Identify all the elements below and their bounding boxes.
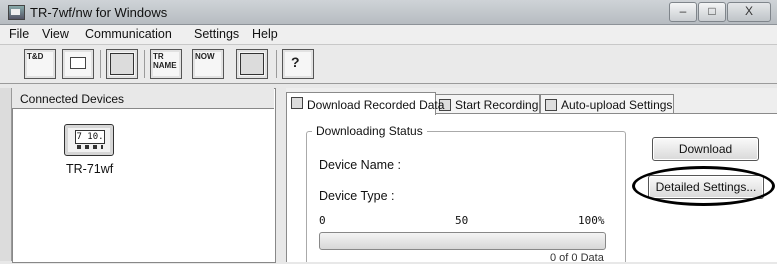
app-icon (8, 5, 25, 20)
tr-name-button[interactable]: TR NAME (150, 49, 182, 79)
device-name-label: Device Name : (319, 158, 401, 172)
minimize-icon: – (679, 4, 687, 18)
connected-devices-header: Connected Devices (12, 88, 274, 109)
progress-status-text: 0 of 0 Data (550, 252, 604, 264)
left-scroll-strip (0, 88, 12, 261)
grid-icon (110, 53, 134, 75)
window-controls: – □ X (669, 2, 771, 22)
maximize-button[interactable]: □ (698, 2, 726, 22)
menu-help[interactable]: Help (252, 27, 278, 41)
close-button[interactable]: X (727, 2, 771, 22)
logger-device-icon[interactable]: 7 10. (64, 124, 114, 156)
device-label[interactable]: TR-71wf (66, 162, 113, 176)
window-title: TR-7wf/nw for Windows (30, 5, 168, 20)
menu-view[interactable]: View (42, 27, 69, 41)
tr-name-icon: TR NAME (153, 52, 177, 70)
device-screen: 7 10. (75, 130, 105, 144)
device-buttons (77, 145, 103, 149)
toolbar-separator (144, 50, 145, 78)
help-cursor-button[interactable]: ? (282, 49, 314, 79)
progress-scale-min: 0 (319, 214, 326, 227)
layout-icon (240, 53, 264, 75)
device-type-label: Device Type : (319, 189, 395, 203)
menu-settings[interactable]: Settings (194, 27, 239, 41)
tab-auto-upload-settings[interactable]: Auto-upload Settings (540, 94, 674, 114)
connected-devices-panel (12, 88, 276, 263)
tab-label: Start Recording (455, 98, 539, 112)
menu-bar: File View Communication Settings Help (0, 25, 777, 45)
layout-button[interactable] (236, 49, 268, 79)
tab-download-recorded-data[interactable]: Download Recorded Data (286, 92, 444, 115)
download-button[interactable]: Download (652, 137, 759, 161)
window-button[interactable] (62, 49, 94, 79)
maximize-icon: □ (708, 4, 716, 18)
download-progress-bar (319, 232, 606, 250)
download-icon (291, 97, 303, 109)
antenna-icon (545, 99, 557, 111)
tandd-button[interactable]: T&D (24, 49, 56, 79)
now-button[interactable]: NOW (192, 49, 224, 79)
minimize-button[interactable]: – (669, 2, 697, 22)
menu-file[interactable]: File (9, 27, 29, 41)
tandd-icon: T&D (27, 52, 44, 61)
progress-scale-mid: 50 (455, 214, 469, 227)
help-cursor-icon: ? (291, 54, 300, 70)
toolbar: T&D TR NAME NOW ? (0, 45, 777, 84)
toolbar-separator (276, 50, 277, 78)
title-bar: TR-7wf/nw for Windows – □ X (0, 0, 777, 25)
progress-scale-max: 100% (578, 214, 605, 227)
connected-devices-title: Connected Devices (20, 92, 125, 106)
now-icon: NOW (195, 52, 215, 61)
tab-label: Auto-upload Settings (561, 98, 673, 112)
tab-label: Download Recorded Data (307, 98, 445, 112)
close-icon: X (744, 4, 753, 18)
detailed-settings-button[interactable]: Detailed Settings... (648, 175, 764, 199)
tab-start-recording[interactable]: Start Recording (434, 94, 540, 114)
grid-button[interactable] (106, 49, 138, 79)
downloading-status-title: Downloading Status (312, 124, 427, 138)
menu-communication[interactable]: Communication (85, 27, 172, 41)
toolbar-separator (100, 50, 101, 78)
window-icon (70, 57, 86, 69)
